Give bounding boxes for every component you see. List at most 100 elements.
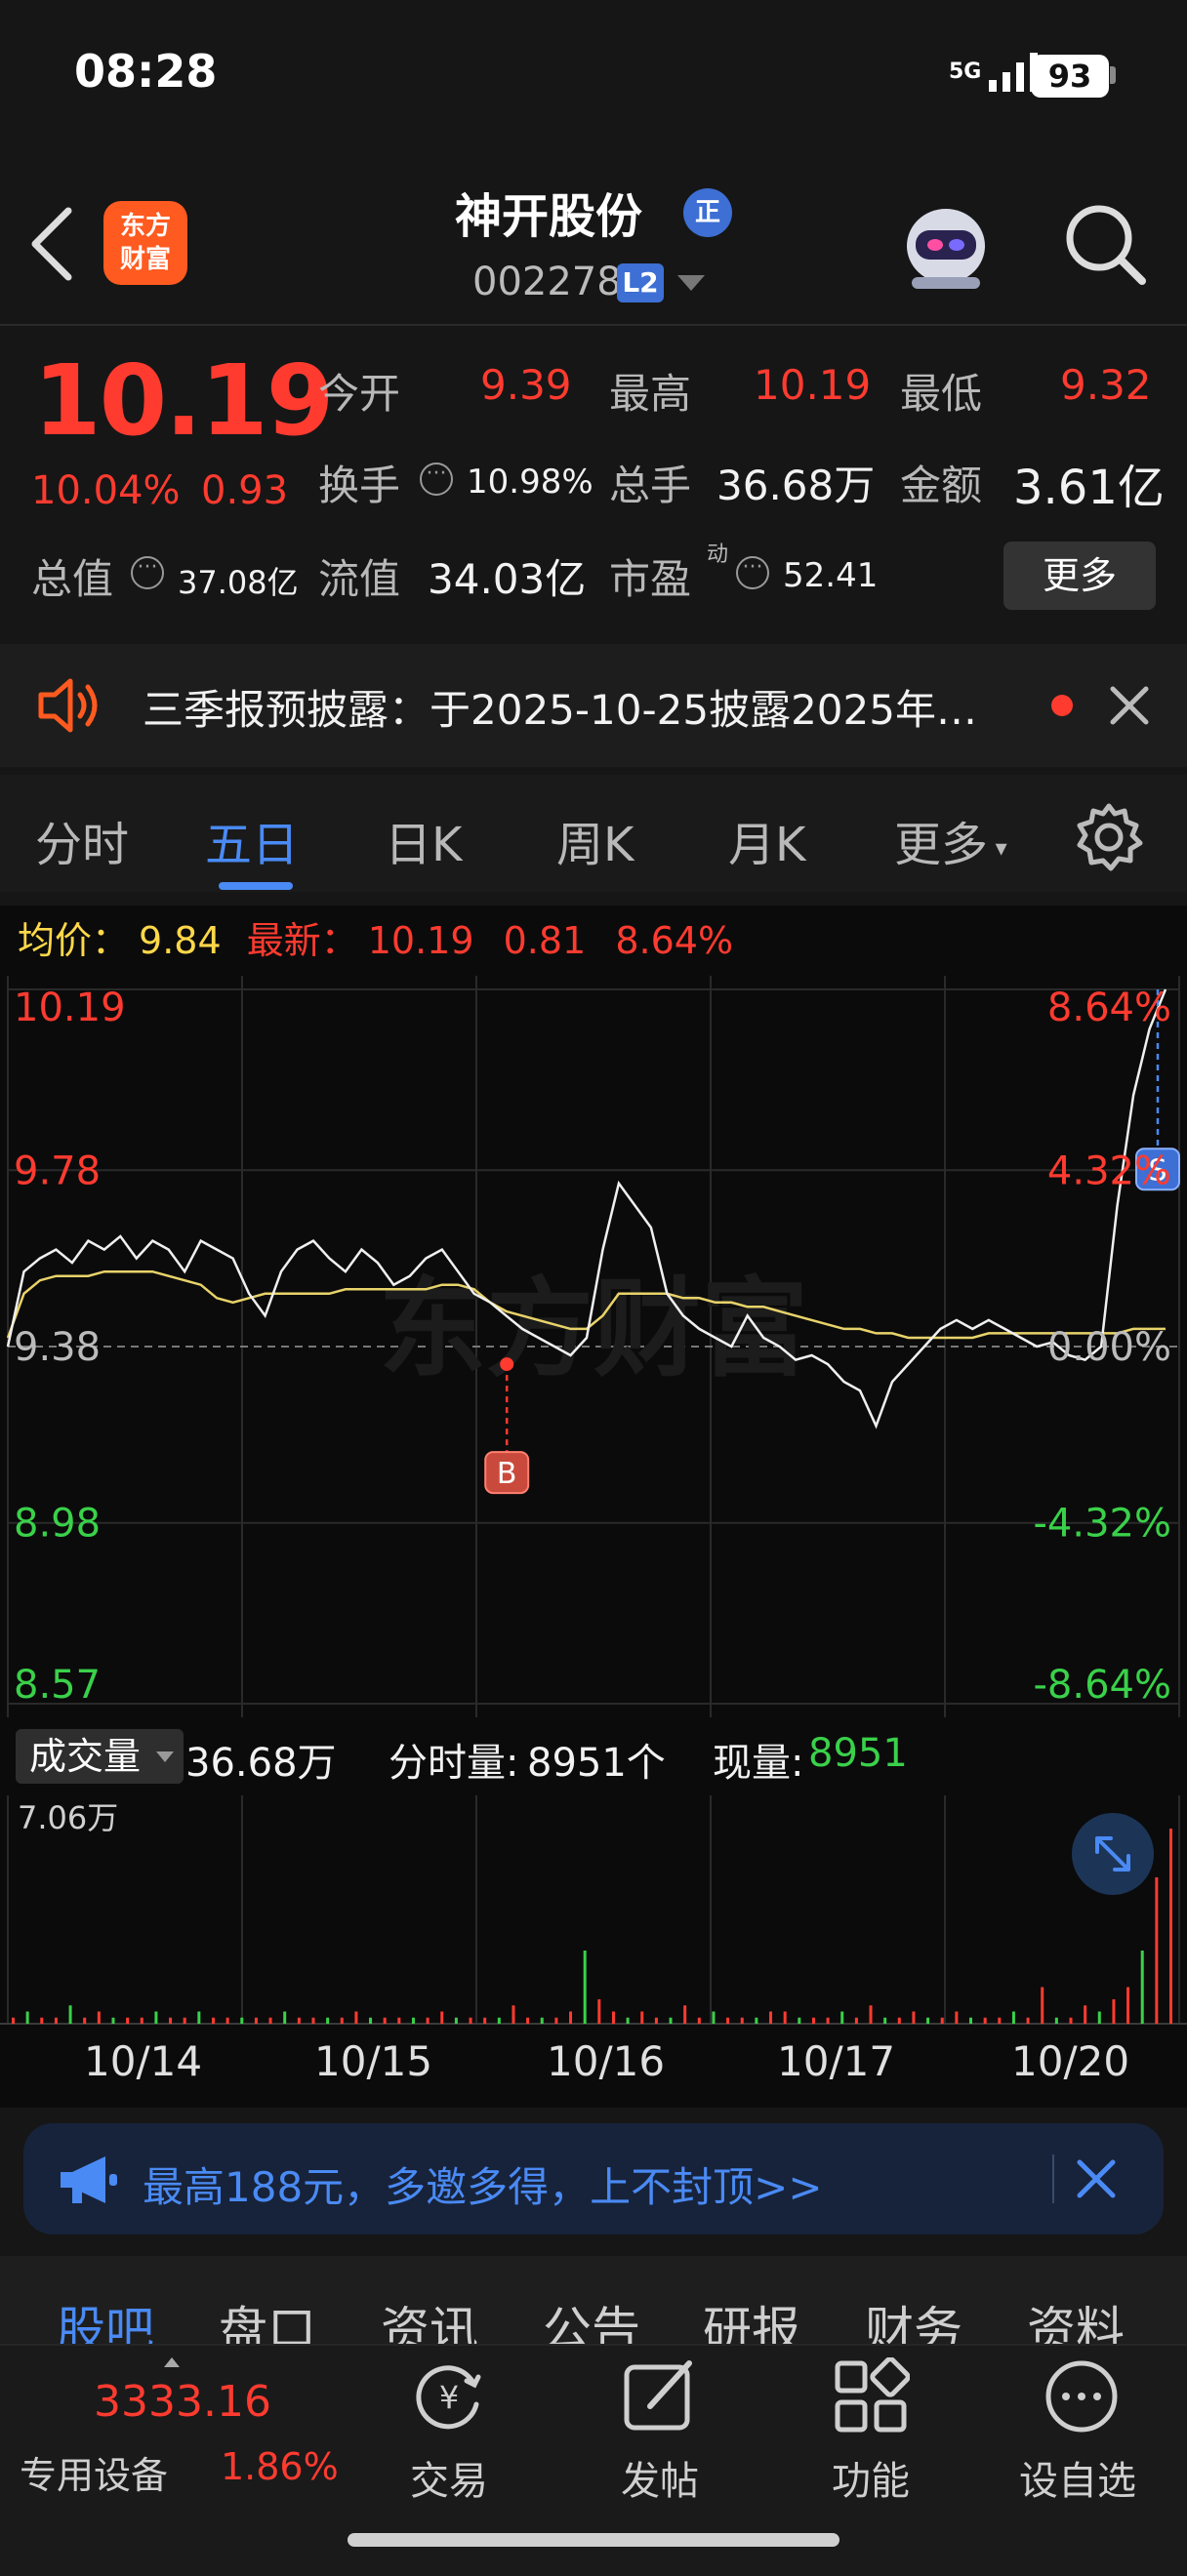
info-dots-icon[interactable]: ···	[420, 463, 453, 496]
volume-bar	[840, 2011, 844, 2024]
info-dots-icon[interactable]: ···	[131, 556, 164, 589]
home-indicator[interactable]	[348, 2533, 839, 2547]
volume-bar	[25, 2011, 29, 2024]
y-tick-label: 8.98	[14, 1502, 101, 1547]
volume-bar	[597, 1999, 601, 2024]
buy-marker-label: B	[497, 1457, 517, 1491]
nav-post-label[interactable]: 发帖	[621, 2449, 699, 2506]
y-tick-label: 9.78	[14, 1148, 101, 1193]
level2-badge[interactable]: L2	[617, 263, 664, 302]
chevron-down-icon[interactable]	[677, 275, 705, 291]
tab-week-k[interactable]: 周K	[556, 806, 634, 874]
volume-bar	[311, 2017, 315, 2024]
notice-text[interactable]: 三季报预披露：于2025-10-25披露2025年…	[143, 677, 1021, 737]
volume-bar	[283, 2011, 287, 2024]
volume-bar	[798, 2017, 801, 2024]
active-tab-indicator	[219, 882, 293, 890]
avg-label: 均价：	[18, 919, 130, 962]
price-chart[interactable]: 东方财富 BS 10.199.789.388.988.57 8.64%4.32%…	[0, 976, 1187, 1717]
volume-bar	[1140, 1951, 1144, 2024]
high-label: 最高	[609, 370, 692, 418]
robot-assistant-icon[interactable]	[892, 195, 1000, 293]
volume-grid	[0, 1795, 1187, 2025]
volume-bar	[926, 2017, 930, 2024]
volume-bar	[483, 2017, 487, 2024]
turnover-value: 10.98%	[467, 463, 594, 502]
volume-bar	[297, 2017, 301, 2024]
pe-value: 52.41	[783, 556, 879, 595]
promo-text[interactable]: 最高188元，多邀多得，上不封顶>>	[143, 2154, 823, 2214]
volume-bar	[854, 2017, 858, 2024]
expand-icon[interactable]	[1072, 1813, 1154, 1895]
volume-label: 总手	[609, 462, 692, 509]
turnover-label: 换手	[318, 462, 401, 509]
tab-more[interactable]: 更多 ▾	[894, 806, 1007, 874]
latest-change: 0.81	[503, 919, 587, 962]
volume-bar	[626, 2017, 630, 2024]
volume-bar	[569, 2011, 573, 2024]
volume-bar	[740, 2017, 744, 2024]
nav-watchlist-label[interactable]: 设自选	[1019, 2449, 1136, 2506]
date-label: 10/15	[314, 2037, 433, 2085]
volume-bar	[497, 2017, 501, 2024]
volume-bar	[369, 2017, 373, 2024]
volume-bar	[326, 2017, 330, 2024]
volume-bar	[169, 2017, 173, 2024]
more-dots-icon[interactable]	[1043, 2357, 1121, 2435]
volume-chart[interactable]: 7.06万	[0, 1795, 1187, 2030]
svg-text:¥: ¥	[439, 2379, 459, 2416]
low-label: 最低	[900, 370, 983, 418]
trade-icon[interactable]: ¥	[410, 2357, 488, 2435]
volume-bar	[1097, 2011, 1101, 2024]
close-icon[interactable]	[1074, 2156, 1119, 2201]
y-tick-label-percent: 4.32%	[1047, 1148, 1171, 1193]
current-volume-value: 8951	[808, 1731, 908, 1776]
close-icon[interactable]	[1107, 683, 1152, 728]
volume-bar	[769, 2011, 773, 2024]
search-icon[interactable]	[1060, 199, 1148, 287]
volume-bar	[1155, 1877, 1159, 2024]
volume-bar	[912, 2011, 916, 2024]
sector-index-value[interactable]: 3333.16	[94, 2377, 271, 2427]
y-tick-label: 9.38	[14, 1325, 101, 1370]
total-cap-label: 总值	[31, 555, 114, 603]
open-label: 今开	[318, 370, 401, 418]
edit-post-icon[interactable]	[621, 2357, 699, 2435]
functions-grid-icon[interactable]	[832, 2357, 910, 2435]
tab-day-k[interactable]: 日K	[385, 806, 462, 874]
nav-trade-label[interactable]: 交易	[410, 2449, 488, 2506]
tab-five-day[interactable]: 五日	[205, 806, 299, 874]
volume-bar	[869, 2005, 873, 2024]
caret-down-icon[interactable]	[156, 1751, 174, 1762]
volume-bar	[1126, 1987, 1130, 2024]
volume-bar	[225, 2017, 229, 2024]
volume-bar	[955, 2011, 959, 2024]
volume-bar	[526, 2017, 530, 2024]
volume-bar	[83, 2017, 87, 2024]
app-logo[interactable]: 东方财富	[103, 201, 187, 285]
volume-bar	[454, 2017, 458, 2024]
more-quote-button[interactable]: 更多	[1003, 542, 1156, 610]
battery-level: 93	[1031, 55, 1109, 98]
tab-month-k[interactable]: 月K	[728, 806, 805, 874]
volume-bar	[197, 2011, 201, 2024]
last-price: 10.19	[33, 343, 334, 458]
y-tick-label-percent: 0.00%	[1047, 1325, 1171, 1370]
change-percent: 10.04%	[31, 468, 181, 513]
gear-icon[interactable]	[1074, 802, 1144, 872]
volume-max-label: 7.06万	[18, 1799, 118, 1836]
volume-bars	[12, 1829, 1172, 2024]
back-arrow-icon[interactable]	[27, 205, 76, 283]
y-tick-label-percent: -8.64%	[1033, 1663, 1171, 1708]
nav-functions-label[interactable]: 功能	[832, 2449, 910, 2506]
volume-bar	[640, 2011, 644, 2024]
info-dots-icon[interactable]: ···	[736, 556, 769, 589]
sector-name[interactable]: 专用设备	[20, 2445, 168, 2499]
tab-minute[interactable]: 分时	[35, 806, 129, 874]
promo-separator	[1052, 2154, 1054, 2203]
volume-bar	[211, 2017, 215, 2024]
volume-bar	[669, 2017, 673, 2024]
volume-bar	[1169, 1829, 1172, 2024]
unread-dot	[1051, 695, 1073, 716]
volume-bar	[126, 2017, 130, 2024]
